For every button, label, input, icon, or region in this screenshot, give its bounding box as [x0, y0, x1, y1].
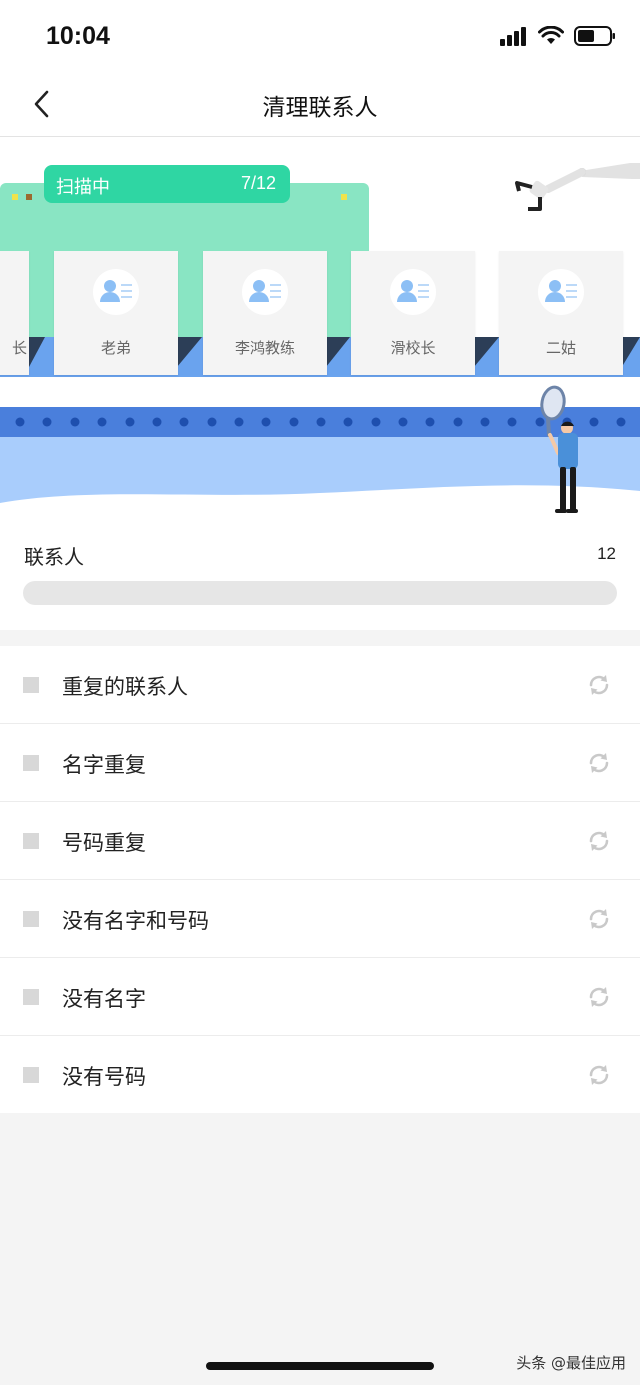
contacts-count: 12 — [597, 544, 616, 563]
refresh-icon — [589, 831, 609, 851]
contact-avatar-icon — [93, 269, 139, 315]
category-marker-icon — [23, 989, 39, 1005]
contact-card-name: 老弟 — [100, 339, 131, 357]
category-marker-icon — [23, 833, 39, 849]
category-label: 没有号码 — [62, 1065, 146, 1089]
scan-status-badge: 扫描中 7/12 — [44, 165, 290, 203]
category-label: 重复的联系人 — [62, 675, 188, 699]
category-label: 号码重复 — [62, 831, 146, 855]
contact-card: 长 — [0, 251, 29, 375]
category-no-name-and-number[interactable]: 没有名字和号码 — [0, 880, 640, 958]
contact-card-name: 二姑 — [545, 339, 576, 357]
contact-card-name: 长 — [11, 339, 27, 357]
category-marker-icon — [23, 755, 39, 771]
category-marker-icon — [23, 911, 39, 927]
contact-card: 滑校长 — [351, 251, 475, 375]
contact-avatar-icon — [538, 269, 584, 315]
refresh-icon — [589, 675, 609, 695]
status-bar: 10:04 — [0, 0, 640, 72]
nav-bar: 清理联系人 — [0, 72, 640, 137]
contact-card-name: 李鸿教练 — [234, 339, 295, 357]
contact-card: 李鸿教练 — [203, 251, 327, 375]
status-icons — [500, 26, 616, 46]
watermark: 头条 @最佳应用 — [516, 1354, 626, 1372]
wifi-icon — [538, 26, 564, 44]
contacts-summary: 联系人 12 — [0, 515, 640, 630]
scan-progress-count: 7/12 — [240, 173, 276, 193]
scan-illustration: 扫描中 7/12 长 老弟 李鸿教练 滑校长 二姑 — [0, 137, 640, 515]
category-duplicate-numbers[interactable]: 号码重复 — [0, 802, 640, 880]
contact-card-name: 滑校长 — [390, 339, 436, 357]
page-title: 清理联系人 — [262, 95, 378, 121]
scan-progress-bar — [23, 581, 617, 605]
contact-avatar-icon — [390, 269, 436, 315]
contact-card: 老弟 — [54, 251, 178, 375]
category-duplicate-names[interactable]: 名字重复 — [0, 724, 640, 802]
refresh-icon — [589, 753, 609, 773]
category-marker-icon — [23, 1067, 39, 1083]
status-time: 10:04 — [46, 22, 110, 50]
category-marker-icon — [23, 677, 39, 693]
category-duplicate-contacts[interactable]: 重复的联系人 — [0, 646, 640, 724]
category-label: 没有名字 — [62, 987, 146, 1011]
cellular-signal-icon — [500, 27, 526, 46]
scan-status-label: 扫描中 — [56, 177, 110, 198]
battery-icon — [574, 26, 615, 46]
refresh-icon — [589, 909, 609, 929]
refresh-icon — [589, 1065, 609, 1085]
category-no-name[interactable]: 没有名字 — [0, 958, 640, 1036]
cleanup-category-list: 重复的联系人 名字重复 号码重复 没有名字和号码 没有名字 没有号码 — [0, 646, 640, 1113]
category-no-number[interactable]: 没有号码 — [0, 1036, 640, 1113]
contacts-label: 联系人 — [24, 545, 84, 569]
refresh-icon — [589, 987, 609, 1007]
category-label: 没有名字和号码 — [62, 909, 209, 933]
category-label: 名字重复 — [62, 753, 146, 777]
contact-avatar-icon — [242, 269, 288, 315]
home-indicator[interactable] — [206, 1362, 434, 1370]
contact-card: 二姑 — [499, 251, 623, 375]
